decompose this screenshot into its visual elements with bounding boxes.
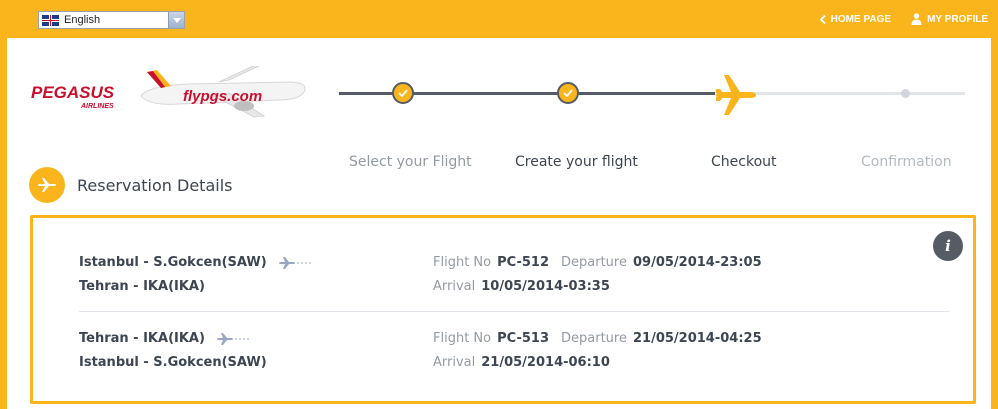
flight-1-details: Flight No PC-512 Departure 09/05/2014-23… [433,255,774,303]
arrival-label: Arrival [433,279,476,294]
top-links: HOME PAGE MY PROFILE [819,13,988,25]
chevron-left-icon [819,14,826,24]
flight-2-number: PC-513 [497,331,550,346]
step-line-pending [747,92,965,95]
flight-no-label: Flight No [433,331,492,346]
subbrand-text: AIRLINES [80,103,114,110]
step-2-check-icon [557,82,579,104]
flight-2-details: Flight No PC-513 Departure 21/05/2014-04… [433,331,774,379]
uk-flag-icon [42,14,59,26]
flight-no-label: Flight No [433,255,492,270]
step-2-label[interactable]: Create your flight [515,154,638,170]
step-4-dot [901,89,910,98]
flight-1-arrival: 10/05/2014-03:35 [481,279,610,294]
flight-2-destination: Istanbul - S.Gokcen(SAW) [79,355,267,370]
reservation-title: Reservation Details [77,175,233,195]
reservation-heading: Reservation Details [29,167,232,203]
home-page-link[interactable]: HOME PAGE [819,13,892,25]
pegasus-logo[interactable]: PEGASUS AIRLINES flypgs.com [29,65,329,132]
my-profile-label: MY PROFILE [927,13,988,25]
plane-icon [29,167,65,203]
arrival-label: Arrival [433,355,476,370]
flight-row-2: Tehran - IKA(IKA) Istanbul - S.Gokcen(SA… [79,331,949,391]
livery-text: flypgs.com [183,88,262,105]
chevron-down-icon[interactable] [168,12,184,28]
user-icon [911,13,922,25]
flight-2-arrival: 21/05/2014-06:10 [481,355,610,370]
flight-1-destination: Tehran - IKA(IKA) [79,279,205,294]
language-select[interactable]: English [38,11,185,29]
flight-1-origin: Istanbul - S.Gokcen(SAW) [79,255,267,270]
step-1-label[interactable]: Select your Flight [349,154,472,170]
main-panel: PEGASUS AIRLINES flypgs.com Select your … [7,38,991,409]
flight-1-number: PC-512 [497,255,550,270]
step-3-plane-icon [716,75,756,115]
language-select-value: English [64,14,101,26]
brand-text: PEGASUS [31,83,115,102]
flight-2-origin: Tehran - IKA(IKA) [79,331,205,346]
flight-row-1: Istanbul - S.Gokcen(SAW) Tehran - IKA(IK… [79,255,949,315]
top-bar: English HOME PAGE MY PROFILE [0,0,998,38]
reservation-details-box: i Istanbul - S.Gokcen(SAW) Tehran - IKA(… [30,215,976,404]
home-page-label: HOME PAGE [830,13,892,25]
step-4-label: Confirmation [861,154,952,170]
step-3-label: Checkout [711,154,777,170]
departure-label: Departure [561,255,627,270]
departure-label: Departure [561,331,627,346]
flight-2-departure: 21/05/2014-04:25 [632,331,762,346]
booking-progress-steps: Select your Flight Create your flight Ch… [337,68,967,170]
flight-2-plane-icon [216,332,251,345]
my-profile-link[interactable]: MY PROFILE [911,13,988,25]
flight-1-departure: 09/05/2014-23:05 [632,255,762,270]
flight-separator [79,311,949,312]
step-1-check-icon [392,82,414,104]
flight-1-plane-icon [278,256,313,269]
